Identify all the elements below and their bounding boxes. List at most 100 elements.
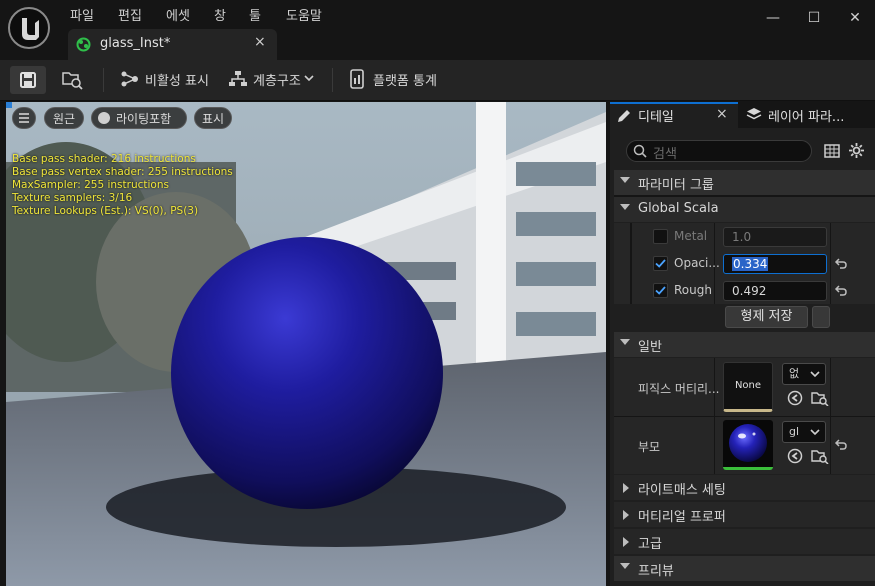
chevron-down-icon (620, 563, 630, 569)
menu-asset[interactable]: 에셋 (166, 5, 190, 24)
toolbar-separator (103, 68, 104, 92)
node-graph-icon (121, 71, 138, 87)
hierarchy-dropdown[interactable]: 계층구조 (226, 66, 321, 94)
parent-dropdown[interactable]: gl (782, 421, 826, 443)
use-selected-asset-icon[interactable] (787, 390, 803, 406)
roughness-value-field[interactable]: 0.492 (723, 281, 827, 301)
reset-to-default-icon[interactable] (834, 257, 848, 270)
check-icon (655, 286, 666, 295)
lighting-mode-label: 라이팅포함 (116, 112, 172, 126)
section-material-properties[interactable]: 머티리얼 프로퍼 (614, 502, 875, 527)
save-sibling-button[interactable]: 형제 저장 (725, 306, 808, 328)
stat-line: Base pass vertex shader: 255 instruction… (12, 166, 233, 178)
section-lightmass-settings[interactable]: 라이트매스 세팅 (614, 475, 875, 500)
browse-asset-icon[interactable] (811, 448, 829, 464)
metal-override-checkbox[interactable] (653, 229, 668, 244)
column-divider (830, 223, 831, 311)
maximize-button[interactable]: ☐ (804, 8, 824, 28)
perspective-button[interactable]: 원근 (44, 107, 84, 129)
viewport-active-marker (6, 102, 12, 108)
chevron-right-icon (623, 510, 629, 520)
close-window-button[interactable]: ✕ (845, 8, 865, 28)
title-bar: 파일 편집 에셋 창 툴 도움말 — ☐ ✕ glass_Inst* × (0, 0, 875, 60)
section-label: 라이트매스 세팅 (638, 483, 726, 498)
browse-asset-button[interactable] (58, 66, 88, 94)
layers-icon (746, 108, 762, 120)
panel-tab-bar: 디테일 × 레이어 파라... (610, 102, 875, 128)
unreal-logo-icon[interactable] (8, 7, 50, 49)
menu-file[interactable]: 파일 (70, 5, 94, 24)
chevron-down-icon (810, 429, 820, 436)
roughness-override-checkbox[interactable] (653, 283, 668, 298)
chevron-down-icon (620, 339, 630, 345)
material-preview-viewport[interactable]: 원근 라이팅포함 표시 Base pass shader: 216 instru… (6, 102, 606, 586)
document-tab-label: glass_Inst* (100, 36, 171, 51)
param-label: Opaci... (674, 256, 720, 270)
stat-line: Texture samplers: 3/16 (12, 192, 133, 204)
chevron-down-icon (810, 371, 820, 378)
phone-stats-icon (350, 69, 364, 89)
stat-line: Base pass shader: 216 instructions (12, 153, 196, 165)
phys-material-thumbnail[interactable]: None (723, 362, 773, 412)
metal-value-field[interactable]: 1.0 (723, 227, 827, 247)
phys-material-label: 피직스 머티리... (638, 382, 720, 396)
tab-close-icon[interactable]: × (254, 34, 266, 50)
chevron-right-icon (623, 537, 629, 547)
section-label: 고급 (638, 537, 662, 552)
platform-stats-button[interactable]: 플랫폼 통계 (346, 66, 446, 94)
folder-search-icon (62, 72, 83, 90)
chevron-down-icon (304, 75, 314, 82)
hierarchy-icon (229, 71, 247, 86)
selected-value-text: 0.334 (732, 257, 769, 271)
browse-asset-icon[interactable] (811, 390, 829, 406)
phys-material-dropdown[interactable]: 없 (782, 363, 826, 385)
menu-edit[interactable]: 편집 (118, 5, 142, 24)
search-icon (633, 144, 647, 158)
show-flags-button[interactable]: 표시 (194, 107, 232, 129)
menu-help[interactable]: 도움말 (286, 5, 322, 24)
document-tab[interactable]: glass_Inst* × (68, 29, 277, 60)
parent-material-thumbnail[interactable] (723, 420, 773, 470)
menu-window[interactable]: 창 (214, 5, 226, 24)
toolbar-separator (332, 68, 333, 92)
section-label: Global Scala (638, 201, 719, 216)
section-general[interactable]: 일반 (614, 332, 875, 357)
reset-to-default-icon[interactable] (834, 438, 848, 451)
chevron-down-icon (620, 204, 630, 210)
reset-to-default-icon[interactable] (834, 284, 848, 297)
divider (614, 416, 875, 417)
gear-icon[interactable] (848, 142, 865, 159)
dropdown-value: gl (789, 425, 800, 438)
tab-details-close-icon[interactable]: × (716, 106, 728, 122)
stat-line: MaxSampler: 255 instructions (12, 179, 169, 191)
section-global-scalar[interactable]: Global Scala (614, 197, 875, 222)
section-parameter-groups[interactable]: 파라미터 그룹 (614, 170, 875, 195)
search-input[interactable]: 검색 (626, 140, 812, 162)
chevron-right-icon (623, 483, 629, 493)
tab-layer-parameters[interactable]: 레이어 파라... (740, 102, 875, 128)
opacity-value-field[interactable]: 0.334 (723, 254, 827, 274)
viewport-menu-button[interactable] (12, 107, 36, 129)
section-advanced[interactable]: 고급 (614, 529, 875, 554)
lit-sphere-icon (98, 112, 110, 124)
platform-stats-label: 플랫폼 통계 (373, 74, 437, 89)
save-button[interactable] (10, 66, 46, 94)
section-label: 일반 (638, 340, 662, 355)
save-child-button[interactable] (812, 306, 830, 328)
table-view-icon[interactable] (824, 143, 840, 159)
hidden-visibility-button[interactable]: 비활성 표시 (118, 66, 213, 94)
tab-layers-label: 레이어 파라... (768, 110, 845, 125)
thumbnail-none-text: None (734, 380, 762, 391)
opacity-override-checkbox[interactable] (653, 256, 668, 271)
hierarchy-label: 계층구조 (253, 74, 301, 89)
stat-line: Texture Lookups (Est.): VS(0), PS(3) (12, 205, 199, 217)
hamburger-icon (19, 113, 29, 123)
minimize-button[interactable]: — (763, 8, 783, 28)
tab-details[interactable]: 디테일 × (610, 102, 738, 128)
menu-tools[interactable]: 툴 (249, 5, 261, 24)
lighting-mode-button[interactable]: 라이팅포함 (91, 107, 187, 129)
param-label: Rough (674, 283, 712, 297)
section-preview[interactable]: 프리뷰 (614, 556, 875, 581)
parent-label: 부모 (638, 440, 661, 454)
use-selected-asset-icon[interactable] (787, 448, 803, 464)
